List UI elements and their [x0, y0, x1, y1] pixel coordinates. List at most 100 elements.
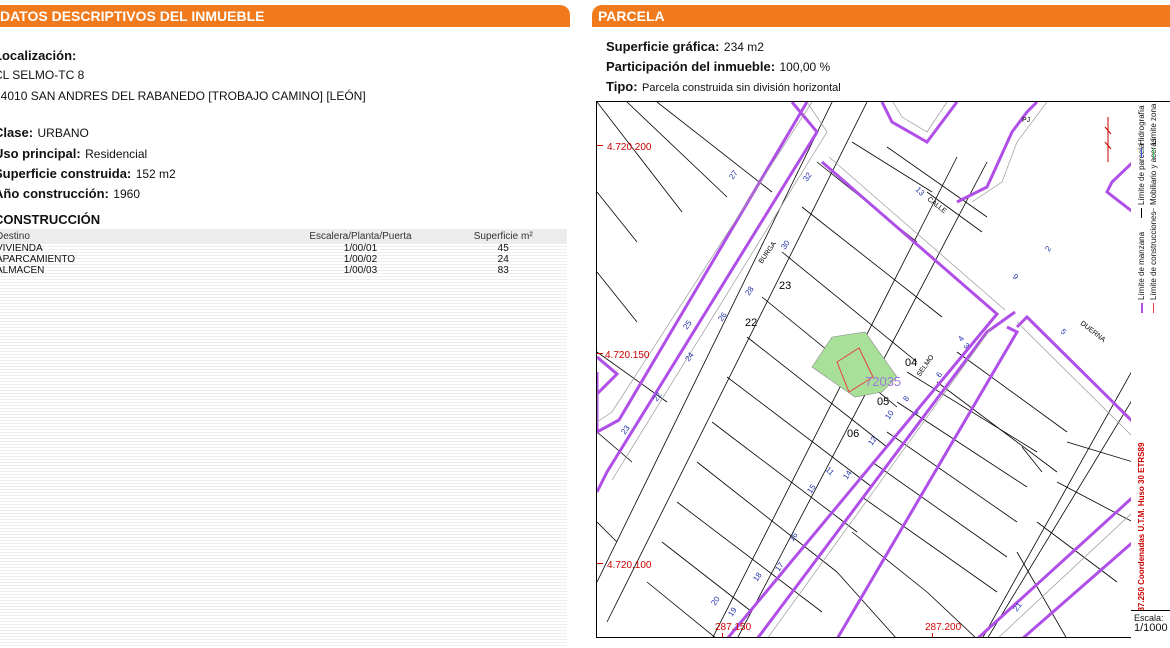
cadastral-map[interactable]: 72035 04 05 06 22 23 4.720.200 4.720.150…: [596, 101, 1132, 638]
subparcel-06-label: 06: [847, 428, 859, 440]
house-number: 10: [883, 408, 896, 421]
construccion-title: CONSTRUCCIÓN: [0, 212, 101, 227]
construccion-table-area: Destino Escalera/Planta/Puerta Superfici…: [0, 229, 567, 648]
house-number: 26: [716, 310, 729, 323]
cell-superficie: 83: [497, 265, 509, 276]
uso-value: Residencial: [85, 147, 148, 161]
legend-swatch: [1141, 148, 1143, 158]
cell-escalera: 1/00/01: [343, 243, 378, 254]
house-number: 18: [751, 570, 764, 583]
superficie-construida-label: Superficie construida:: [0, 166, 132, 181]
superficie-grafica-row: Superficie gráfica: 234 m2: [606, 38, 764, 56]
house-number: 30: [779, 238, 792, 251]
coord-label: 4.720.150: [605, 350, 650, 361]
tipo-label: Tipo:: [606, 79, 638, 94]
localizacion-label: Localización:: [0, 48, 77, 63]
uso-row: Uso principal: Residencial: [0, 145, 147, 163]
street-label: SELMO: [916, 354, 936, 379]
table-row: VIVIENDA 1/00/01 45: [0, 243, 567, 254]
tipo-value: Parcela construida sin división horizont…: [641, 82, 841, 94]
house-number: 15: [805, 482, 818, 495]
superficie-grafica-label: Superficie gráfica:: [606, 39, 720, 54]
legend-label: Límite zona verde: [1149, 101, 1158, 145]
cell-escalera: 1/00/02: [343, 254, 378, 265]
coord-label: 287.150: [715, 622, 752, 633]
superficie-row: Superficie construida: 152 m2: [0, 165, 176, 183]
map-legend: 287.250 Coordenadas U.T.M. Huso 30 ETRS8…: [1131, 101, 1170, 638]
coord-label: 4.720.100: [607, 560, 652, 571]
construccion-table: Destino Escalera/Planta/Puerta Superfici…: [0, 229, 567, 276]
house-number: 32: [801, 170, 814, 183]
house-number: 20: [709, 594, 722, 607]
legend-label: Hidrografía: [1137, 105, 1146, 145]
house-number: 21: [1011, 600, 1024, 613]
legend-item: Límite de manzana: [1137, 232, 1146, 313]
superficie-grafica-value: 234 m2: [723, 40, 764, 54]
coord-label: 287.200: [925, 622, 962, 633]
subparcel-05-label: 05: [877, 396, 889, 408]
legend-swatch: [1141, 208, 1143, 218]
parcel-id-label: 72035: [865, 374, 901, 389]
section-header-parcela: PARCELA: [592, 5, 1170, 27]
col-superficie: Superficie m²: [439, 229, 567, 243]
section-header-datos: DATOS DESCRIPTIVOS DEL INMUEBLE: [0, 5, 570, 27]
legend-rotated: 287.250 Coordenadas U.T.M. Huso 30 ETRS8…: [1135, 102, 1167, 618]
house-number: 2: [1043, 244, 1053, 253]
legend-item: Hidrografía: [1137, 105, 1146, 158]
address-line-2: 24010 SAN ANDRES DEL RABANEDO [TROBAJO C…: [0, 89, 366, 103]
legend-swatch: [1140, 303, 1143, 313]
legend-swatch: [1153, 148, 1155, 158]
table-header-row: Destino Escalera/Planta/Puerta Superfici…: [0, 229, 567, 243]
legend-label: Límite de construcciones: [1149, 211, 1158, 301]
legend-item: Límite de construcciones: [1149, 211, 1158, 313]
street-label: BURGA: [758, 240, 778, 265]
col-escalera: Escalera/Planta/Puerta: [281, 229, 440, 243]
house-number: 9: [1011, 272, 1021, 282]
participacion-label: Participación del inmueble:: [606, 59, 776, 74]
north-arrow-icon: [1104, 117, 1112, 162]
legend-swatch: [1153, 303, 1155, 313]
participacion-value: 100,00 %: [779, 60, 831, 74]
address-line-1: CL SELMO-TC 8: [0, 68, 85, 82]
house-number: 25: [681, 318, 694, 331]
house-numbers: 32 30 28 26 24 22 20 25 27 23 18 16 14 1…: [619, 168, 1068, 618]
col-destino: Destino: [0, 229, 282, 243]
superficie-construida-value: 152 m2: [135, 167, 176, 181]
clase-row: Clase: URBANO: [0, 124, 89, 142]
datos-panel: Localización: CL SELMO-TC 8 24010 SAN AN…: [0, 27, 570, 648]
house-number: 28: [743, 284, 756, 297]
street-labels: CALLE BURGA SELMO DUERNA PJ: [758, 117, 1107, 378]
subparcel-22-label: 22: [745, 317, 757, 329]
house-number: 4: [956, 334, 966, 343]
anio-construccion-label: Año construcción:: [0, 186, 109, 201]
cell-destino: ALMACEN: [0, 265, 45, 276]
table-row: ALMACEN 1/00/03 83: [0, 265, 567, 276]
cell-superficie: 24: [497, 254, 509, 265]
clase-value: URBANO: [37, 126, 89, 140]
scale-value: 1/1000: [1134, 622, 1168, 634]
legend-label: Límite de manzana: [1137, 231, 1146, 300]
map-svg: 72035 04 05 06 22 23 4.720.200 4.720.150…: [597, 102, 1131, 637]
street-label: DUERNA: [1079, 320, 1107, 344]
house-number: 27: [727, 168, 740, 181]
legend-swatch: [1153, 208, 1155, 218]
participacion-row: Participación del inmueble: 100,00 %: [606, 58, 830, 76]
cell-destino: APARCAMIENTO: [0, 254, 76, 265]
legend-coords-text: 287.250 Coordenadas U.T.M. Huso 30 ETRS8…: [1137, 442, 1146, 616]
cell-destino: VIVIENDA: [0, 243, 43, 254]
anio-construccion-value: 1960: [113, 187, 140, 201]
street-label: PJ: [1022, 117, 1030, 124]
cell-superficie: 45: [497, 243, 509, 254]
clase-label: Clase:: [0, 125, 34, 140]
subparcel-23-label: 23: [779, 280, 791, 292]
house-number: 12: [866, 434, 879, 447]
anio-row: Año construcción: 1960: [0, 185, 140, 203]
coord-label: 4.720.200: [607, 142, 652, 153]
house-number: 14: [841, 468, 854, 481]
uso-label: Uso principal:: [0, 146, 81, 161]
house-number: 8: [901, 394, 911, 403]
tipo-row: Tipo: Parcela construida sin división ho…: [606, 78, 841, 96]
table-row: APARCAMIENTO 1/00/02 24: [0, 254, 567, 265]
subparcel-04-label: 04: [905, 357, 917, 369]
house-number: 5: [1059, 327, 1069, 337]
